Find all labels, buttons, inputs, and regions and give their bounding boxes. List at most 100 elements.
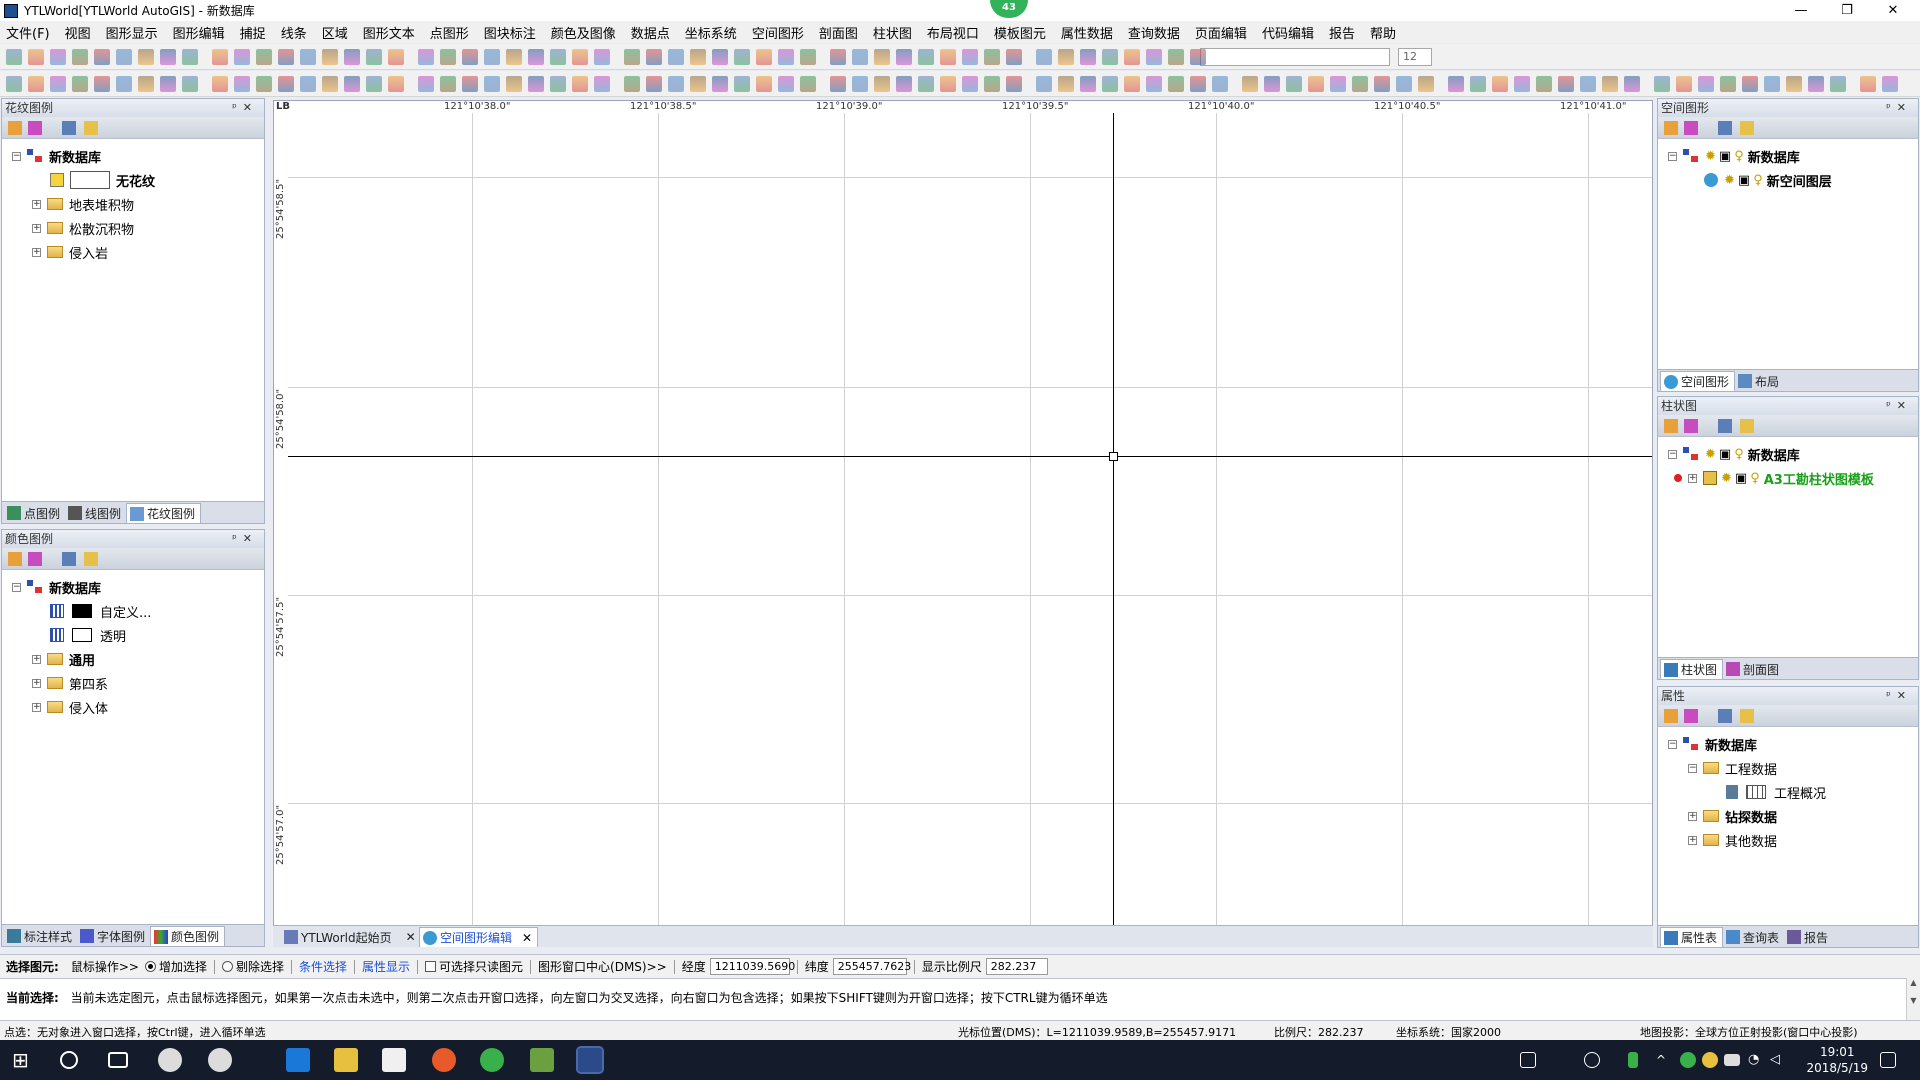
edit-icon[interactable] <box>28 552 42 566</box>
tree-root[interactable]: − 新数据库 <box>12 147 101 166</box>
tab-spatial-graphic[interactable]: 空间图形 <box>1660 371 1736 391</box>
list-item[interactable]: + 钻探数据 <box>1688 807 1777 826</box>
toolbar-tool-icon[interactable] <box>234 49 250 65</box>
list-item[interactable]: + ✹ ▣ ♀ A3工勘柱状图模板 <box>1674 469 1874 488</box>
list-item[interactable]: 无花纹 <box>50 171 155 190</box>
toolbar-tool-icon[interactable] <box>594 76 610 92</box>
toolbar-tool-icon[interactable] <box>690 49 706 65</box>
toolbar-tool-icon[interactable] <box>462 49 478 65</box>
tab-point-legend[interactable]: 点图例 <box>4 503 65 523</box>
toolbar-tool-icon[interactable] <box>1448 76 1464 92</box>
toolbar-tool-icon[interactable] <box>234 76 250 92</box>
toolbar-tool-icon[interactable] <box>1654 76 1670 92</box>
toolbar-tool-icon[interactable] <box>322 76 338 92</box>
list-item[interactable]: + 其他数据 <box>1688 831 1777 850</box>
toolbar-tool-icon[interactable] <box>1168 49 1184 65</box>
list-item[interactable]: 自定义... <box>50 602 151 621</box>
toolbar-tool-icon[interactable] <box>1102 49 1118 65</box>
toolbar-tool-icon[interactable] <box>1102 76 1118 92</box>
readonly-select-checkbox[interactable]: 可选择只读图元 <box>425 958 523 975</box>
scale-input[interactable]: 282.237 <box>985 958 1048 975</box>
toolbar-tool-icon[interactable] <box>94 49 110 65</box>
condition-select-link[interactable]: 条件选择 <box>299 958 347 975</box>
list-item[interactable]: + 地表堆积物 <box>32 195 134 214</box>
toolbar-tool-icon[interactable] <box>484 49 500 65</box>
toolbar-tool-icon[interactable] <box>896 49 912 65</box>
toolbar-tool-icon[interactable] <box>72 76 88 92</box>
toolbar-tool-icon[interactable] <box>344 76 360 92</box>
toolbar-tool-icon[interactable] <box>138 49 154 65</box>
toolbar-tool-icon[interactable] <box>1764 76 1780 92</box>
tab-color-legend[interactable]: 颜色图例 <box>150 926 226 946</box>
panel-pin-close-icon[interactable]: ᵖ✕ <box>232 99 258 117</box>
panel-pin-close-icon[interactable]: ᵖ✕ <box>1886 397 1912 415</box>
toolbar-tool-icon[interactable] <box>418 76 434 92</box>
list-item[interactable]: ✹ ▣ ♀ 新空间图层 <box>1704 171 1832 190</box>
toolbar-tool-icon[interactable] <box>734 76 750 92</box>
tree-root[interactable]: − 新数据库 <box>1668 735 1757 754</box>
search-icon[interactable] <box>60 1051 78 1069</box>
toolbar-tool-icon[interactable] <box>550 49 566 65</box>
toolbar-tool-icon[interactable] <box>1882 76 1898 92</box>
tab-query-table[interactable]: 查询表 <box>1723 927 1784 947</box>
latitude-input[interactable]: 255457.7623 <box>832 958 911 975</box>
edit-icon[interactable] <box>1684 709 1698 723</box>
toolbar-tool-icon[interactable] <box>182 76 198 92</box>
tree-root[interactable]: − ✹ ▣ ♀ 新数据库 <box>1668 445 1800 464</box>
menu-graphic-text[interactable]: 图形文本 <box>363 23 415 42</box>
toolbar-tool-icon[interactable] <box>1580 76 1596 92</box>
toolbar-tool-icon[interactable] <box>852 49 868 65</box>
refresh-icon[interactable] <box>8 121 22 135</box>
refresh-icon[interactable] <box>1664 419 1678 433</box>
panel-pin-close-icon[interactable]: ᵖ✕ <box>1886 99 1912 117</box>
toolbar-tool-icon[interactable] <box>1808 76 1824 92</box>
longitude-input[interactable]: 1211039.5690 <box>709 958 795 975</box>
toolbar-tool-icon[interactable] <box>344 49 360 65</box>
toolbar-tool-icon[interactable] <box>256 76 272 92</box>
tab-label-style[interactable]: 标注样式 <box>4 926 77 946</box>
list-item[interactable]: + 第四系 <box>32 674 108 693</box>
toolbar-tool-icon[interactable] <box>962 49 978 65</box>
font-size-combo[interactable]: 12 <box>1398 48 1432 66</box>
toolbar-tool-icon[interactable] <box>734 49 750 65</box>
toolbar-tool-icon[interactable] <box>852 76 868 92</box>
toolbar-tool-icon[interactable] <box>1860 76 1876 92</box>
toolbar-tool-icon[interactable] <box>1742 76 1758 92</box>
toolbar-tool-icon[interactable] <box>1080 49 1096 65</box>
close-button[interactable]: ✕ <box>1870 0 1916 21</box>
menu-point-graphic[interactable]: 点图形 <box>430 23 469 42</box>
toolbar-tool-icon[interactable] <box>116 49 132 65</box>
toolbar-tool-icon[interactable] <box>72 49 88 65</box>
edit-icon[interactable] <box>1684 121 1698 135</box>
toolbar-tool-icon[interactable] <box>440 76 456 92</box>
toolbar-tool-icon[interactable] <box>182 49 198 65</box>
toolbar-tool-icon[interactable] <box>528 49 544 65</box>
toolbar-tool-icon[interactable] <box>984 49 1000 65</box>
toolbar-tool-icon[interactable] <box>212 76 228 92</box>
toolbar-tool-icon[interactable] <box>940 76 956 92</box>
edge-browser-icon[interactable] <box>286 1048 310 1072</box>
toolbar-tool-icon[interactable] <box>1006 49 1022 65</box>
menu-report[interactable]: 报告 <box>1329 23 1355 42</box>
menu-code-edit[interactable]: 代码编辑 <box>1262 23 1314 42</box>
menu-file[interactable]: 文件(F) <box>6 23 50 42</box>
menu-region[interactable]: 区域 <box>322 23 348 42</box>
list-item[interactable]: + 松散沉积物 <box>32 219 134 238</box>
list-item[interactable]: 透明 <box>50 626 126 645</box>
close-icon[interactable]: ✕ <box>406 930 416 944</box>
toolbar-tool-icon[interactable] <box>778 76 794 92</box>
toolbar-tool-icon[interactable] <box>1720 76 1736 92</box>
menu-coordinate-system[interactable]: 坐标系统 <box>685 23 737 42</box>
toolbar-tool-icon[interactable] <box>484 76 500 92</box>
toolbar-tool-icon[interactable] <box>462 76 478 92</box>
menu-spatial-graphic[interactable]: 空间图形 <box>752 23 804 42</box>
table-icon[interactable] <box>1718 709 1732 723</box>
toolbar-tool-icon[interactable] <box>778 49 794 65</box>
toolbar-tool-icon[interactable] <box>1242 76 1258 92</box>
keyboard-icon[interactable] <box>1520 1052 1536 1068</box>
toolbar-tool-icon[interactable] <box>440 49 456 65</box>
toolbar-tool-icon[interactable] <box>874 49 890 65</box>
toolbar-tool-icon[interactable] <box>300 49 316 65</box>
toolbar-tool-icon[interactable] <box>1536 76 1552 92</box>
toolbar-tool-icon[interactable] <box>300 76 316 92</box>
